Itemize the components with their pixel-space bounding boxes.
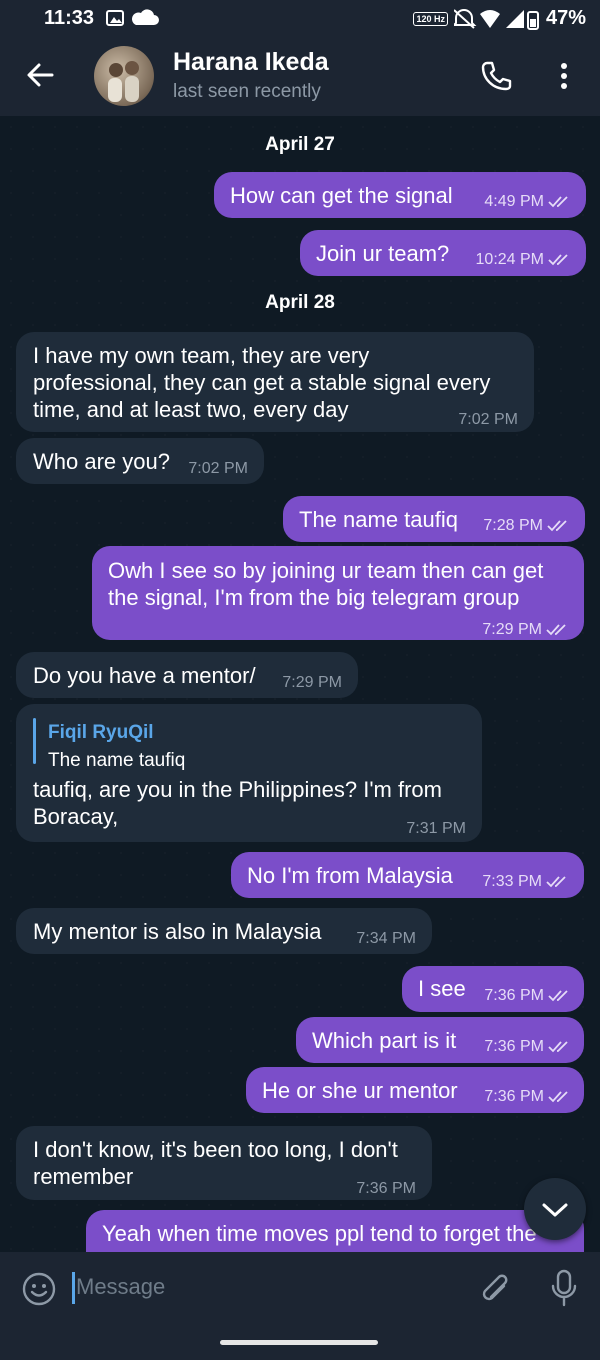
message-line: taufiq, are you in the Philippines? I'm … bbox=[33, 777, 442, 802]
message-text: The name taufiq bbox=[299, 507, 458, 532]
message-time: 4:49 PM bbox=[484, 193, 544, 210]
double-check-icon bbox=[546, 875, 566, 887]
message-list[interactable]: April 27 How can get the signal 4:49 PM … bbox=[0, 116, 600, 1252]
message-line: the signal, I'm from the big telegram gr… bbox=[108, 585, 520, 610]
message-time: 7:29 PM bbox=[482, 621, 542, 638]
message-time: 7:36 PM bbox=[484, 1088, 544, 1105]
chevron-down-icon bbox=[542, 1203, 568, 1217]
outgoing-message[interactable]: Join ur team? 10:24 PM bbox=[300, 230, 586, 276]
message-time: 7:02 PM bbox=[188, 460, 248, 477]
message-meta: 7:36 PM bbox=[484, 1033, 572, 1060]
outgoing-message[interactable]: He or she ur mentor 7:36 PM bbox=[246, 1067, 584, 1113]
back-arrow-icon[interactable] bbox=[24, 58, 58, 92]
double-check-icon bbox=[548, 195, 568, 207]
message-meta: 4:49 PM bbox=[484, 188, 572, 215]
double-check-icon bbox=[548, 989, 568, 1001]
gesture-nav-bar bbox=[0, 1326, 600, 1360]
message-meta: 7:36 PM bbox=[484, 1083, 572, 1110]
outgoing-message[interactable]: Owh I see so by joining ur team then can… bbox=[92, 546, 584, 640]
double-check-icon bbox=[548, 1040, 568, 1052]
signal-wifi-battery-icon bbox=[453, 8, 539, 30]
message-meta: 7:33 PM bbox=[482, 868, 570, 895]
refresh-rate-badge: 120 Hz bbox=[413, 11, 448, 26]
incoming-message[interactable]: Do you have a mentor/ 7:29 PM bbox=[16, 652, 358, 698]
message-line: I have my own team, they are very bbox=[33, 343, 370, 368]
reply-author[interactable]: Fiqil RyuQil bbox=[48, 719, 154, 746]
double-check-icon bbox=[548, 1090, 568, 1102]
message-line: remember bbox=[33, 1164, 134, 1189]
status-bar: 11:33 120 Hz 47% bbox=[0, 0, 600, 36]
message-text: My mentor is also in Malaysia bbox=[33, 919, 322, 944]
message-text: Do you have a mentor/ bbox=[33, 663, 256, 688]
date-separator: April 28 bbox=[265, 292, 335, 313]
more-vertical-icon[interactable] bbox=[552, 60, 576, 92]
status-time: 11:33 bbox=[44, 7, 95, 29]
last-seen-status: last seen recently bbox=[173, 81, 321, 102]
date-separator: April 27 bbox=[265, 134, 335, 155]
message-text: How can get the signal bbox=[230, 183, 453, 208]
double-check-icon bbox=[546, 623, 566, 635]
message-text: I see bbox=[418, 976, 466, 1001]
mic-icon[interactable] bbox=[548, 1268, 580, 1308]
home-indicator[interactable] bbox=[220, 1340, 378, 1345]
message-meta: 7:29 PM bbox=[482, 616, 570, 643]
message-text: No I'm from Malaysia bbox=[247, 863, 453, 888]
message-text: Yeah when time moves ppl tend to forget … bbox=[102, 1221, 537, 1246]
incoming-message[interactable]: Fiqil RyuQil The name taufiq taufiq, are… bbox=[16, 704, 482, 842]
reply-text[interactable]: The name taufiq bbox=[48, 747, 185, 774]
message-time: 7:34 PM bbox=[356, 930, 416, 947]
outgoing-message[interactable]: No I'm from Malaysia 7:33 PM bbox=[231, 852, 584, 898]
message-time: 7:31 PM bbox=[406, 820, 466, 837]
message-time: 7:33 PM bbox=[482, 873, 542, 890]
contact-name[interactable]: Harana Ikeda bbox=[173, 48, 329, 77]
message-time: 7:36 PM bbox=[484, 1038, 544, 1055]
incoming-message[interactable]: My mentor is also in Malaysia 7:34 PM bbox=[16, 908, 432, 954]
attach-icon[interactable] bbox=[476, 1270, 512, 1306]
outgoing-message[interactable]: I see 7:36 PM bbox=[402, 966, 584, 1012]
message-time: 7:36 PM bbox=[484, 987, 544, 1004]
phone-icon[interactable] bbox=[480, 60, 512, 92]
battery-percent: 47% bbox=[545, 7, 586, 29]
message-time: 7:02 PM bbox=[458, 411, 518, 428]
message-meta: 7:28 PM bbox=[483, 512, 571, 539]
gallery-cloud-icon bbox=[106, 9, 159, 26]
incoming-message[interactable]: I have my own team, they are very profes… bbox=[16, 332, 534, 432]
message-meta: 10:24 PM bbox=[476, 246, 572, 273]
message-text: Who are you? bbox=[33, 449, 170, 474]
composer: Message bbox=[0, 1252, 600, 1326]
notification-icons bbox=[106, 8, 162, 33]
message-text: Join ur team? bbox=[316, 241, 450, 266]
message-time: 7:36 PM bbox=[356, 1180, 416, 1197]
message-input[interactable]: Message bbox=[76, 1274, 165, 1300]
text-cursor bbox=[72, 1272, 75, 1304]
chat-header: Harana Ikeda last seen recently bbox=[0, 36, 600, 116]
outgoing-message[interactable]: Which part is it 7:36 PM bbox=[296, 1017, 584, 1063]
incoming-message[interactable]: Who are you? 7:02 PM bbox=[16, 438, 264, 484]
outgoing-message[interactable]: Yeah when time moves ppl tend to forget … bbox=[86, 1210, 584, 1252]
message-line: professional, they can get a stable sign… bbox=[33, 370, 491, 395]
message-line: I don't know, it's been too long, I don'… bbox=[33, 1137, 398, 1162]
emoji-icon[interactable] bbox=[22, 1272, 56, 1306]
double-check-icon bbox=[547, 519, 567, 531]
outgoing-message[interactable]: The name taufiq 7:28 PM bbox=[283, 496, 585, 542]
incoming-message[interactable]: I don't know, it's been too long, I don'… bbox=[16, 1126, 432, 1200]
message-text: He or she ur mentor bbox=[262, 1078, 458, 1103]
outgoing-message[interactable]: How can get the signal 4:49 PM bbox=[214, 172, 586, 218]
avatar[interactable] bbox=[94, 46, 154, 106]
message-line: Owh I see so by joining ur team then can… bbox=[108, 558, 544, 583]
message-text: Which part is it bbox=[312, 1028, 457, 1053]
message-time: 10:24 PM bbox=[475, 251, 544, 268]
message-line: time, and at least two, every day bbox=[33, 397, 349, 422]
message-time: 7:29 PM bbox=[282, 674, 342, 691]
message-line: Boracay, bbox=[33, 804, 119, 829]
message-meta: 7:36 PM bbox=[484, 982, 572, 1009]
double-check-icon bbox=[548, 253, 568, 265]
system-icons: 120 Hz 47% bbox=[413, 7, 586, 30]
reply-bar bbox=[33, 718, 36, 764]
scroll-down-button[interactable] bbox=[524, 1178, 586, 1240]
message-time: 7:28 PM bbox=[483, 517, 543, 534]
